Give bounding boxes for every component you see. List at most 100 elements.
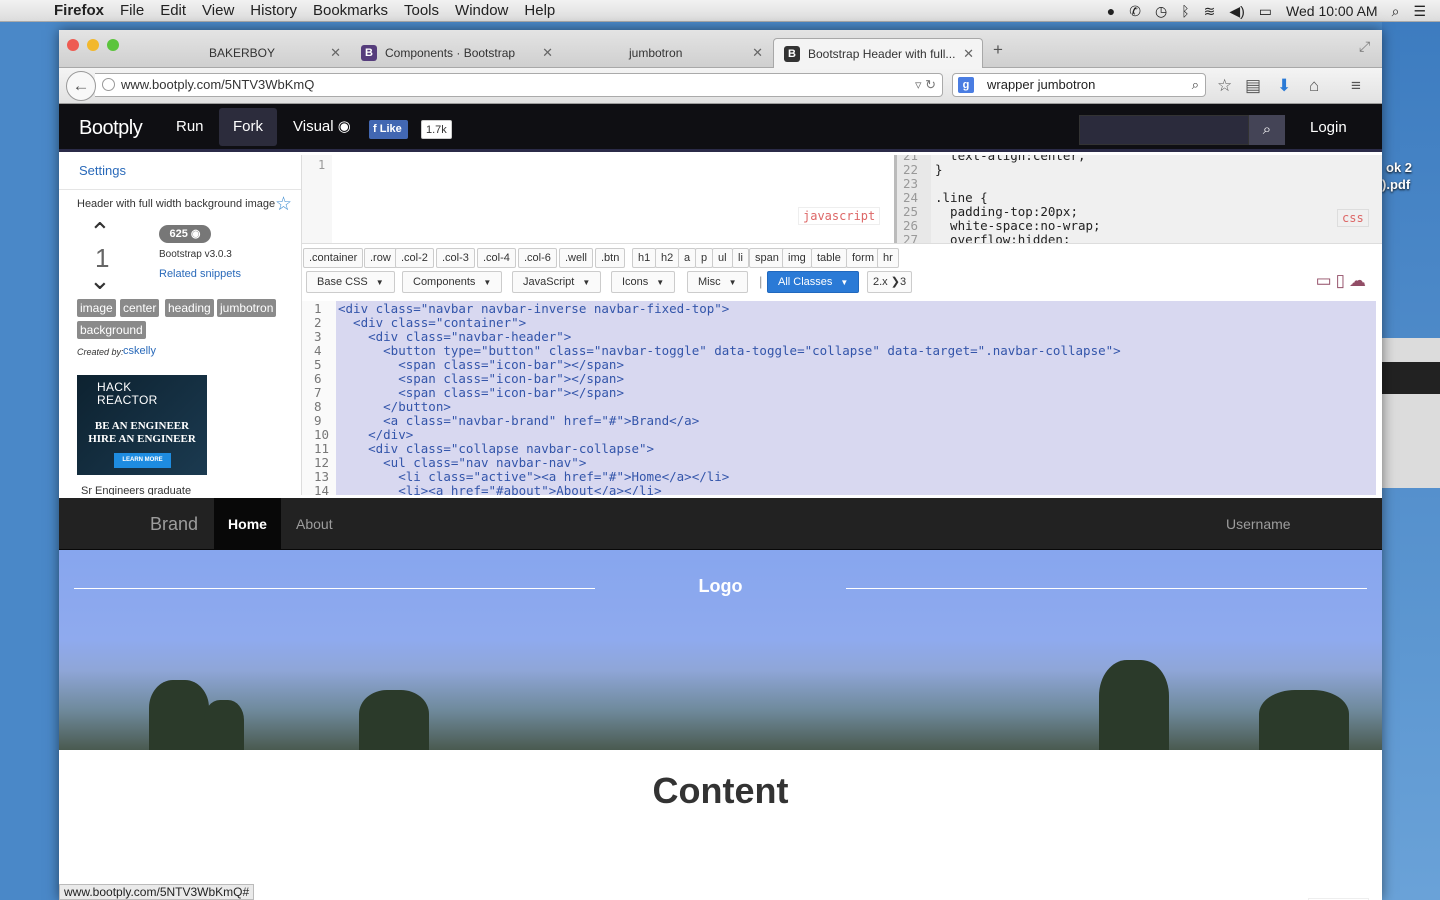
preview-nav-about[interactable]: About (296, 498, 333, 550)
snippet-button[interactable]: .col-2 (395, 248, 434, 268)
new-tab-icon[interactable]: + (993, 40, 1003, 60)
tab-bootply-active[interactable]: B Bootstrap Header with full... ✕ (773, 38, 983, 68)
icons-dropdown[interactable]: Icons ▼ (611, 271, 676, 293)
snippet-button[interactable]: .col-3 (436, 248, 475, 268)
snippet-button[interactable]: .container (303, 248, 364, 268)
snippet-button[interactable]: .col-6 (518, 248, 557, 268)
run-button[interactable]: Run (162, 108, 218, 146)
settings-link[interactable]: Settings (79, 163, 126, 178)
snippet-button[interactable]: .well (559, 248, 594, 268)
downloads-icon[interactable]: ⬇ (1277, 76, 1291, 96)
close-tab-icon[interactable]: ✕ (963, 46, 974, 62)
preview-brand[interactable]: Brand (150, 498, 198, 550)
snippet-button[interactable]: h1 (632, 248, 657, 268)
snippet-button[interactable]: table (811, 248, 847, 268)
snippet-button[interactable]: .btn (595, 248, 626, 268)
status-icon[interactable]: ● (1107, 3, 1115, 19)
minimize-window-icon[interactable] (87, 39, 99, 51)
close-tab-icon[interactable]: ✕ (752, 45, 763, 61)
menu-edit[interactable]: Edit (160, 2, 186, 19)
snippet-button[interactable]: li (732, 248, 749, 268)
menu-help[interactable]: Help (524, 2, 555, 19)
desktop-file-label-1[interactable]: ok 2 (1386, 160, 1412, 175)
snippet-button[interactable]: ul (712, 248, 733, 268)
facebook-like-button[interactable]: f Like (369, 120, 408, 139)
url-bar[interactable]: www.bootply.com/5NTV3WbKmQ ▿ ↻ (95, 73, 943, 97)
spotlight-icon[interactable]: ⌕ (1392, 3, 1400, 20)
url-text[interactable]: www.bootply.com/5NTV3WbKmQ (121, 77, 314, 92)
notification-center-icon[interactable]: ☰ (1413, 3, 1426, 20)
login-link[interactable]: Login (1310, 104, 1347, 152)
bootstrap-version-toggle[interactable]: 2.x ❯3 (867, 271, 913, 293)
bookmarks-list-icon[interactable]: ▤ (1245, 76, 1261, 96)
preview-nav-username[interactable]: Username (1226, 498, 1291, 550)
search-input[interactable]: wrapper jumbotron (987, 77, 1095, 92)
advertisement[interactable]: HACK REACTOR BE AN ENGINEER HIRE AN ENGI… (77, 375, 207, 475)
base-css-dropdown[interactable]: Base CSS ▼ (306, 271, 395, 293)
tab-jumbotron[interactable]: jumbotron ✕ (563, 38, 771, 68)
wifi-icon[interactable]: ≋ (1204, 3, 1216, 20)
app-menu[interactable]: Firefox (54, 2, 104, 19)
javascript-editor[interactable]: 1 javascript (302, 155, 894, 243)
snippet-button[interactable]: .row (364, 248, 397, 268)
close-tab-icon[interactable]: ✕ (330, 45, 341, 61)
tag-center[interactable]: center (120, 299, 160, 317)
snippet-button[interactable]: a (678, 248, 697, 268)
related-snippets-link[interactable]: Related snippets (159, 268, 241, 280)
html-editor[interactable]: 1 <div class="navbar navbar-inverse navba… (302, 301, 1382, 495)
search-bar[interactable]: g wrapper jumbotron ⌕ (952, 73, 1206, 97)
misc-dropdown[interactable]: Misc ▼ (687, 271, 748, 293)
ad-learn-more-button[interactable]: LEARN MORE (114, 453, 171, 468)
snippet-button[interactable]: h2 (655, 248, 680, 268)
mobile-icon[interactable]: ▯ (1336, 271, 1349, 290)
snippet-button[interactable]: .col-4 (477, 248, 516, 268)
fork-button[interactable]: Fork (219, 108, 277, 146)
clock[interactable]: Wed 10:00 AM (1286, 3, 1378, 19)
snippet-button[interactable]: p (695, 248, 714, 268)
battery-icon[interactable]: ▭ (1259, 3, 1272, 20)
downvote-icon[interactable]: ⌄ (89, 267, 111, 293)
bootply-search-input[interactable] (1079, 115, 1249, 145)
menu-file[interactable]: File (120, 2, 144, 19)
tag-jumbotron[interactable]: jumbotron (217, 299, 277, 317)
favorite-star-icon[interactable]: ☆ (275, 193, 292, 216)
menu-history[interactable]: History (250, 2, 297, 19)
fullscreen-icon[interactable]: ⤢ (1359, 38, 1370, 55)
time-machine-icon[interactable]: ◷ (1155, 3, 1167, 20)
close-window-icon[interactable] (67, 39, 79, 51)
bootply-logo[interactable]: Bootply (79, 104, 143, 152)
snippet-button[interactable]: img (782, 248, 812, 268)
all-classes-dropdown[interactable]: All Classes ▼ (767, 271, 860, 293)
bookmark-star-icon[interactable]: ☆ (1217, 76, 1232, 96)
javascript-dropdown[interactable]: JavaScript ▼ (512, 271, 602, 293)
author-link[interactable]: cskelly (123, 345, 156, 357)
site-identity-icon[interactable] (102, 78, 115, 91)
bluetooth-icon[interactable]: ᛒ (1181, 3, 1189, 19)
tab-bootstrap-components[interactable]: B Components · Bootstrap ✕ (351, 38, 561, 68)
tag-background[interactable]: background (77, 321, 146, 339)
tag-image[interactable]: image (77, 299, 116, 317)
google-icon[interactable]: g (958, 77, 974, 93)
search-icon[interactable]: ⌕ (1192, 74, 1199, 96)
tag-heading[interactable]: heading (165, 299, 214, 317)
home-icon[interactable]: ⌂ (1309, 76, 1319, 96)
upvote-icon[interactable]: ⌃ (89, 219, 111, 245)
zoom-window-icon[interactable] (107, 39, 119, 51)
tab-bakerboy[interactable]: BAKERBOY ✕ (139, 38, 349, 68)
menu-window[interactable]: Window (455, 2, 508, 19)
menu-tools[interactable]: Tools (404, 2, 439, 19)
desktop-icon[interactable]: ▭ (1316, 271, 1336, 290)
reload-icon[interactable]: ▿ ↻ (915, 74, 936, 96)
visual-button[interactable]: Visual ◉ (279, 108, 365, 146)
desktop-file-label-2[interactable]: ).pdf (1382, 177, 1410, 192)
snippet-button[interactable]: form (846, 248, 880, 268)
css-editor[interactable]: 21 text-align:center; 22} 23 24 .line {25 pa… (894, 155, 1382, 243)
volume-icon[interactable]: ◀) (1229, 3, 1244, 20)
preview-nav-home[interactable]: Home (214, 498, 281, 550)
bootply-search-button[interactable]: ⌕ (1249, 115, 1285, 145)
cloud-download-icon[interactable]: ☁ (1349, 271, 1370, 290)
snippet-button[interactable]: hr (877, 248, 899, 268)
back-button[interactable]: ← (66, 71, 96, 101)
components-dropdown[interactable]: Components ▼ (402, 271, 503, 293)
close-tab-icon[interactable]: ✕ (542, 45, 553, 61)
